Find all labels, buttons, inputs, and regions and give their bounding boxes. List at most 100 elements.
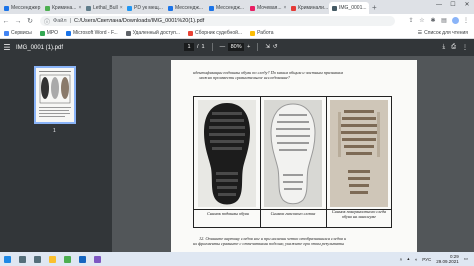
star-icon[interactable]: ☆ bbox=[418, 17, 426, 26]
bookmark-item[interactable]: Удаленный доступ... bbox=[125, 30, 181, 36]
caption-bottom: 12. Опишите картину следов ног и при нал… bbox=[193, 236, 408, 246]
system-tray: ˄ ▴ ◖ РУС 0:29 29.09.2021 ▭ bbox=[400, 254, 474, 264]
address-bar[interactable]: ⓘ Файл | C:/Users/Светлана/Downloads/IMG… bbox=[40, 16, 395, 26]
rotate-icon[interactable]: ↺ bbox=[273, 44, 278, 50]
viber-icon[interactable] bbox=[94, 255, 101, 263]
network-icon[interactable]: ▴ bbox=[407, 256, 409, 262]
tab-close-icon[interactable]: × bbox=[284, 5, 287, 11]
url-scheme-label: Файл bbox=[53, 18, 67, 24]
thumbnail-page-number: 1 bbox=[53, 128, 56, 134]
tab[interactable]: Кримина... × bbox=[42, 2, 82, 14]
task-view-icon[interactable] bbox=[34, 255, 41, 263]
chevron-up-icon[interactable]: ˄ bbox=[400, 257, 403, 262]
volume-icon[interactable]: ◖ bbox=[414, 257, 417, 262]
tab-label: Криминали... bbox=[298, 5, 328, 11]
bookmark-item[interactable]: Работа bbox=[250, 30, 274, 36]
pdf-viewer[interactable]: идентификации подошвы обуви по следу? По… bbox=[112, 56, 474, 252]
zoom-out-button[interactable]: — bbox=[220, 44, 226, 50]
photo-table: Снимок подошвы обуви Снимок гипсового сл… bbox=[193, 96, 392, 228]
tab-label: Мессендж... bbox=[175, 5, 203, 11]
tab[interactable]: Мессендж...× bbox=[206, 2, 246, 14]
sidebar-icon[interactable]: ▤ bbox=[440, 17, 448, 26]
tab-label: Мессендж... bbox=[216, 5, 244, 11]
print-icon[interactable]: ⎙ bbox=[451, 44, 456, 51]
bookmark-item[interactable]: Сборник судебной... bbox=[188, 30, 242, 36]
notifications-icon[interactable]: ▭ bbox=[464, 256, 468, 262]
bookmark-item[interactable]: Microsoft Word - F... bbox=[66, 30, 118, 36]
close-window-button[interactable]: ✕ bbox=[460, 0, 474, 10]
bookmark-icon bbox=[125, 30, 131, 36]
page-number-input[interactable]: 1 bbox=[184, 43, 194, 51]
chrome-icon[interactable] bbox=[64, 255, 71, 263]
bookmark-label: Сервисы bbox=[11, 30, 32, 36]
page-controls: 1 / 1 — 80% + ⇲ ↺ bbox=[184, 43, 278, 51]
forward-button[interactable]: → bbox=[12, 18, 24, 25]
tab[interactable]: Мочевая... × bbox=[247, 2, 287, 14]
zoom-input[interactable]: 80% bbox=[228, 43, 245, 51]
word-icon[interactable] bbox=[79, 255, 86, 263]
tab-close-icon[interactable]: × bbox=[120, 5, 123, 11]
tab[interactable]: Криминали...× bbox=[288, 2, 328, 14]
menu-icon[interactable]: ☰ bbox=[0, 43, 14, 52]
bookmark-label: Удаленный доступ... bbox=[132, 30, 181, 36]
profile-avatar[interactable] bbox=[451, 16, 459, 26]
tab[interactable]: PD ук мещ...× bbox=[124, 2, 164, 14]
reload-button[interactable]: ↻ bbox=[24, 17, 36, 25]
zoom-in-button[interactable]: + bbox=[247, 44, 250, 50]
tab[interactable]: Мессенджер× bbox=[1, 2, 41, 14]
bookmark-icon bbox=[188, 30, 194, 36]
pdf-actions: ⤓ ⎙ ⋮ bbox=[443, 44, 474, 51]
new-tab-button[interactable]: + bbox=[372, 3, 377, 12]
bookmark-label: Работа bbox=[257, 30, 274, 36]
maximize-button[interactable]: ☐ bbox=[446, 0, 460, 10]
share-icon[interactable]: ⇪ bbox=[407, 17, 415, 26]
clock-date: 29.09.2021 bbox=[436, 259, 459, 264]
explorer-icon[interactable] bbox=[49, 255, 56, 263]
extensions-icon[interactable]: ✱ bbox=[429, 17, 437, 26]
toolbar-icons: ⇪ ☆ ✱ ▤ ⋮ bbox=[407, 16, 474, 26]
tab-close-icon[interactable]: × bbox=[78, 5, 81, 11]
linoleum-trace-photo bbox=[330, 100, 388, 207]
sole-photo bbox=[198, 100, 256, 207]
pdf-toolbar: ☰ IMG_0001 (1).pdf 1 / 1 — 80% + ⇲ ↺ ⤓ ⎙… bbox=[0, 39, 474, 56]
bookmark-icon bbox=[4, 30, 9, 36]
tab-favicon-icon bbox=[250, 5, 255, 11]
fit-page-icon[interactable]: ⇲ bbox=[265, 44, 270, 50]
tab[interactable]: IMG_0001...× bbox=[329, 2, 369, 14]
tab[interactable]: Мессендж...× bbox=[165, 2, 205, 14]
tab-label: Lethal_Bull bbox=[93, 5, 118, 11]
minimize-button[interactable]: — bbox=[432, 0, 446, 10]
tab-label: Кримина... bbox=[52, 5, 77, 11]
more-options-icon[interactable]: ⋮ bbox=[462, 44, 468, 51]
back-button[interactable]: ← bbox=[0, 18, 12, 25]
download-icon[interactable]: ⤓ bbox=[443, 44, 446, 51]
clock[interactable]: 0:29 29.09.2021 bbox=[436, 254, 459, 264]
tab-favicon-icon bbox=[332, 5, 337, 11]
page-thumbnail[interactable] bbox=[34, 66, 76, 124]
bookmark-icon bbox=[66, 30, 71, 36]
search-icon[interactable] bbox=[19, 255, 26, 263]
bookmark-icon bbox=[250, 30, 256, 36]
thumbnail-sidebar: 1 bbox=[0, 56, 112, 252]
plaster-cast-photo bbox=[264, 100, 322, 207]
tab-favicon-icon bbox=[127, 5, 132, 11]
pdf-filename: IMG_0001 (1).pdf bbox=[16, 44, 64, 51]
reading-list-button[interactable]: ☰ Список для чтения bbox=[418, 30, 474, 36]
caption-top: идентификации подошвы обуви по следу? По… bbox=[193, 70, 403, 80]
language-indicator[interactable]: РУС bbox=[422, 257, 431, 262]
tab[interactable]: Lethal_Bull × bbox=[83, 2, 123, 14]
linoleum-trace-label: Снимок поверхностного следа обуви на лин… bbox=[331, 209, 387, 219]
thumbnail-preview bbox=[39, 71, 71, 117]
total-pages: 1 bbox=[201, 44, 205, 50]
bookmark-item[interactable]: Сервисы bbox=[4, 30, 32, 36]
more-icon[interactable]: ⋮ bbox=[462, 17, 470, 26]
tab-favicon-icon bbox=[209, 5, 214, 11]
bookmarks-bar: Сервисы МРО Microsoft Word - F... Удаленный… bbox=[0, 28, 474, 39]
windows-start-icon[interactable] bbox=[4, 255, 11, 263]
info-icon[interactable]: ⓘ bbox=[44, 17, 50, 26]
bookmark-icon bbox=[39, 30, 45, 36]
divider bbox=[257, 43, 259, 51]
bookmark-item[interactable]: МРО bbox=[39, 30, 58, 36]
url-text[interactable]: C:/Users/Светлана/Downloads/IMG_0001%20(… bbox=[74, 18, 204, 24]
bookmark-label: Microsoft Word - F... bbox=[73, 30, 118, 36]
